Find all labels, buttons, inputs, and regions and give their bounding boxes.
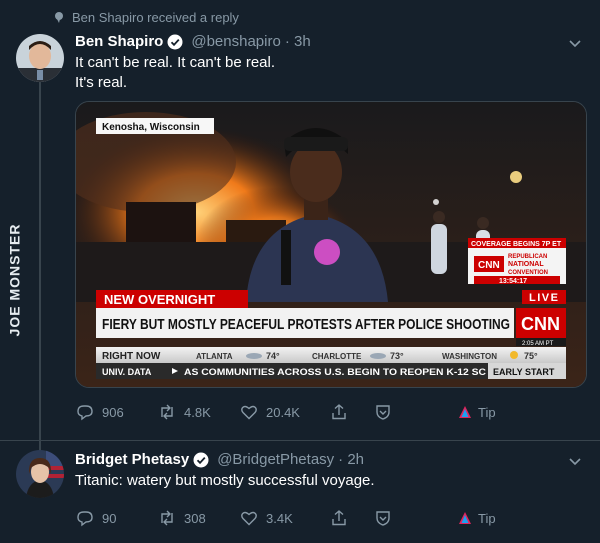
weather-temp-2: 73°: [390, 351, 404, 361]
watermark: JOE MONSTER: [6, 223, 22, 337]
avatar-portrait-icon: [16, 34, 64, 82]
weather-city-2: CHARLOTTE: [312, 352, 362, 361]
retweet-button[interactable]: 4.8K: [158, 403, 240, 421]
reply-count: 90: [102, 510, 117, 526]
ticker-label: UNIV. DATA: [102, 367, 152, 377]
promo-clock: 13:54:17: [499, 278, 527, 285]
like-count: 3.4K: [266, 510, 293, 526]
social-context: Ben Shapiro received a reply: [54, 10, 239, 25]
promo-title-3: CONVENTION: [508, 270, 548, 276]
like-button[interactable]: 3.4K: [240, 509, 330, 527]
retweet-count: 308: [184, 510, 206, 526]
chevron-down-icon[interactable]: [568, 36, 582, 50]
weather-city-3: WASHINGTON: [442, 352, 497, 361]
author-handle[interactable]: @BridgetPhetasy: [217, 451, 334, 468]
author-name[interactable]: Bridget Phetasy: [75, 451, 189, 468]
tweet-text: Titanic: watery but mostly successful vo…: [75, 472, 375, 489]
weather-temp-1: 74°: [266, 351, 280, 361]
tweet-actions: 90 308 3.4K Tip: [76, 509, 516, 527]
weather-temp-3: 75°: [524, 351, 538, 361]
news-broadcast-image: Kenosha, Wisconsin COVERAGE BEGINS 7P ET…: [76, 102, 586, 387]
ticker-text: AS COMMUNITIES ACROSS U.S. BEGIN TO REOP…: [184, 367, 487, 377]
reply-button[interactable]: 90: [76, 509, 158, 527]
ticker-tail: EARLY START: [493, 367, 555, 377]
network-logo: CNN: [521, 314, 560, 334]
tweet-divider: [0, 440, 600, 441]
like-count: 20.4K: [266, 404, 300, 420]
tip-label: Tip: [478, 510, 496, 526]
tip-button[interactable]: Tip: [458, 405, 496, 420]
verified-badge-icon: [193, 452, 209, 467]
weather-city-1: ATLANTA: [196, 352, 233, 361]
retweet-icon: [161, 510, 173, 526]
avatar[interactable]: [16, 450, 64, 498]
reply-count: 906: [102, 404, 124, 420]
tweet-timestamp[interactable]: · 3h: [285, 33, 311, 50]
retweet-icon: [161, 404, 173, 420]
tweet-timestamp[interactable]: · 2h: [338, 451, 364, 468]
social-context-text: Ben Shapiro received a reply: [72, 10, 239, 25]
tip-button[interactable]: Tip: [458, 511, 496, 526]
heart-icon: [241, 405, 257, 420]
thread-connector-line: [39, 82, 41, 452]
heart-icon: [241, 511, 257, 526]
like-button[interactable]: 20.4K: [240, 403, 330, 421]
tweet-header: Bridget Phetasy @BridgetPhetasy · 2h: [75, 451, 364, 468]
tweet-text: It can't be real. It can't be real. It's…: [75, 54, 276, 91]
reply-icon: [77, 405, 93, 421]
coverage-promo: COVERAGE BEGINS 7P ET: [471, 241, 562, 248]
chevron-down-icon[interactable]: [568, 454, 582, 468]
reply-bubble-icon: [55, 11, 63, 23]
author-name[interactable]: Ben Shapiro: [75, 33, 163, 50]
banner-kicker: NEW OVERNIGHT: [104, 292, 215, 307]
bookmark-shield-icon: [376, 405, 390, 420]
promo-title-2: NATIONAL: [508, 261, 544, 268]
live-time: 2:05 AM PT: [522, 341, 554, 347]
avatar-portrait-icon: [16, 450, 64, 498]
share-icon: [332, 404, 346, 420]
reply-button[interactable]: 906: [76, 403, 158, 421]
tweet-media-image[interactable]: Kenosha, Wisconsin COVERAGE BEGINS 7P ET…: [75, 101, 587, 388]
tweet-header: Ben Shapiro @benshapiro · 3h: [75, 33, 311, 50]
promo-cnn-logo: CNN: [478, 260, 500, 271]
retweet-button[interactable]: 308: [158, 509, 240, 527]
headline: FIERY BUT MOSTLY PEACEFUL PROTESTS AFTER…: [102, 316, 510, 333]
bookmark-button[interactable]: [374, 403, 458, 421]
tip-triangle-icon: [459, 406, 471, 418]
reply-icon: [77, 511, 93, 527]
live-badge: LIVE: [529, 292, 559, 304]
tip-label: Tip: [478, 404, 496, 420]
author-handle[interactable]: @benshapiro: [191, 33, 280, 50]
bookmark-shield-icon: [376, 511, 390, 526]
share-button[interactable]: [330, 509, 374, 527]
promo-title-1: REPUBLICAN: [508, 254, 547, 260]
avatar[interactable]: [16, 34, 64, 82]
tip-triangle-icon: [459, 512, 471, 524]
retweet-count: 4.8K: [184, 404, 211, 420]
share-icon: [332, 510, 346, 526]
share-button[interactable]: [330, 403, 374, 421]
verified-badge-icon: [167, 34, 183, 49]
tweet-actions: 906 4.8K 20.4K Tip: [76, 403, 516, 421]
right-now-label: RIGHT NOW: [102, 351, 161, 362]
location-tag: Kenosha, Wisconsin: [102, 122, 200, 133]
bookmark-button[interactable]: [374, 509, 458, 527]
